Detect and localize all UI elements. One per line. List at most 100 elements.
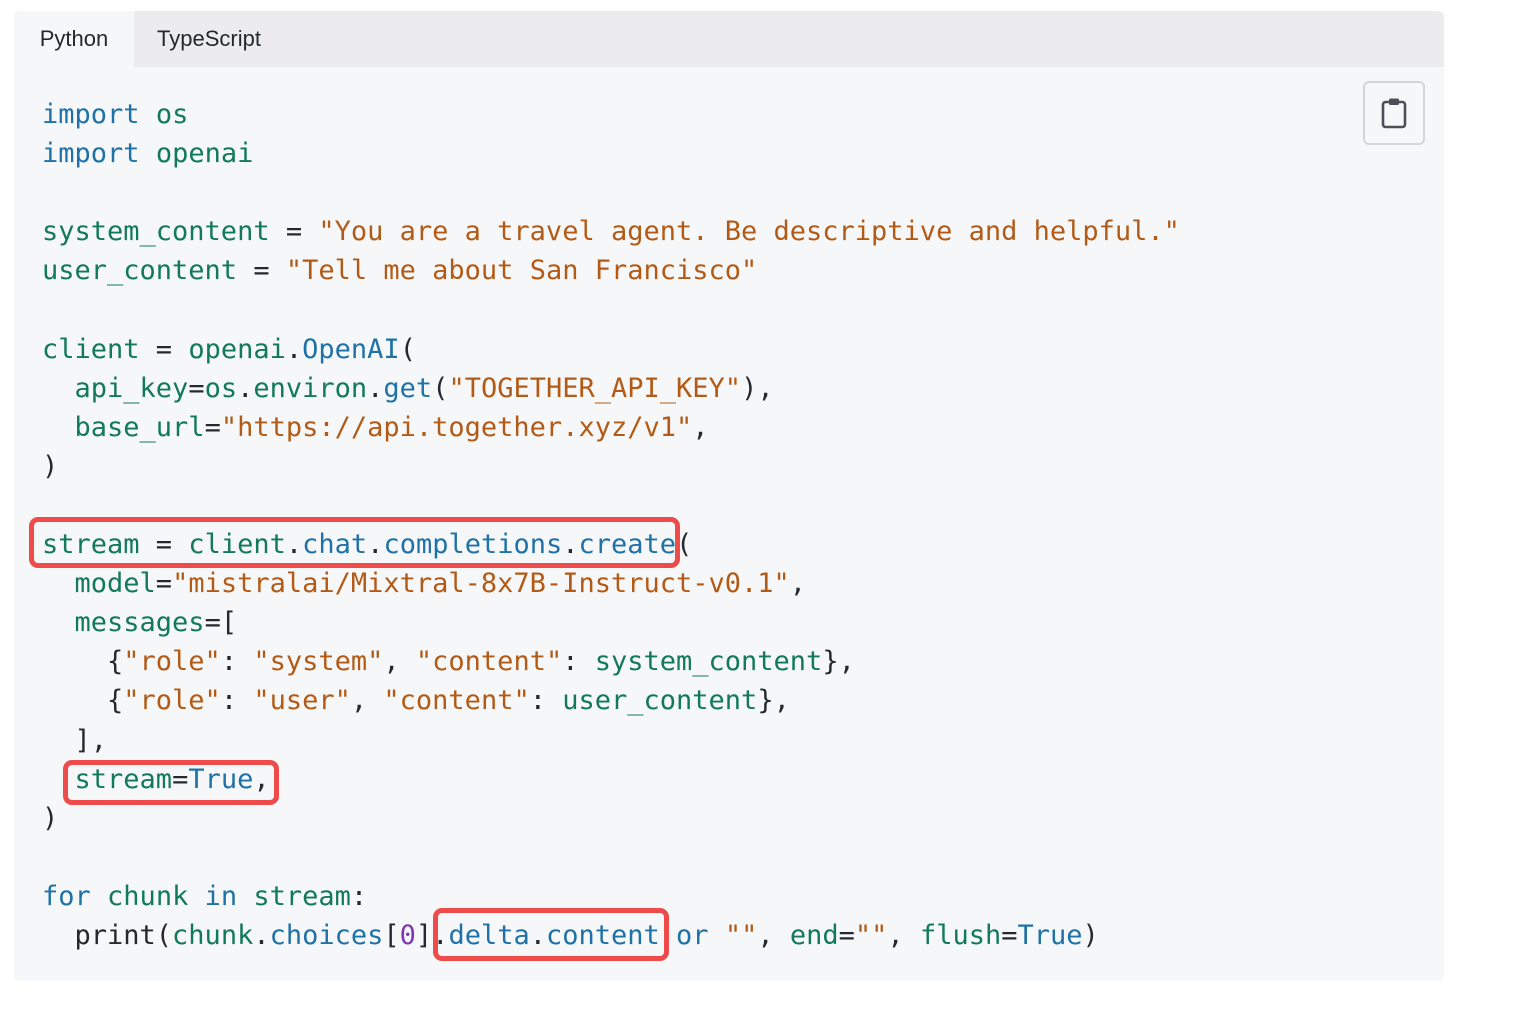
code-token: = — [188, 372, 205, 404]
code-token: chat — [302, 529, 368, 561]
code-token: "" — [724, 919, 758, 951]
code-line: for chunk in stream: — [42, 877, 1180, 916]
code-line: {"role": "system", "content": system_con… — [42, 642, 1180, 681]
code-token: stream — [74, 763, 173, 795]
code-line: ​ — [42, 838, 1180, 877]
code-token: . — [253, 919, 270, 951]
code-token: = — [139, 333, 189, 365]
language-tab-bar: Python TypeScript — [14, 11, 1444, 67]
code-token: end — [789, 919, 839, 951]
code-token: system_content — [42, 216, 270, 248]
code-area: import osimport openai​system_content = … — [42, 95, 1180, 955]
code-token: "role" — [123, 685, 221, 717]
code-line: model="mistralai/Mixtral-8x7B-Instruct-v… — [42, 564, 1180, 603]
code-token: in — [204, 880, 238, 912]
code-token: flush — [919, 919, 1002, 951]
code-token: = — [204, 411, 221, 443]
code-token: "role" — [123, 646, 221, 678]
code-token: for — [42, 880, 91, 912]
code-token: ], — [42, 724, 108, 756]
code-token: ]. — [415, 919, 449, 951]
code-token: ) — [1082, 919, 1099, 951]
code-line: ​ — [42, 486, 1180, 525]
code-line: system_content = "You are a travel agent… — [42, 212, 1180, 251]
code-token: "You are a travel agent. Be descriptive … — [318, 216, 1180, 248]
code-token: chunk — [107, 880, 189, 912]
code-token: : — [220, 646, 254, 678]
code-token: ( — [676, 529, 693, 561]
code-token: system_content — [594, 646, 823, 678]
code-line: user_content = "Tell me about San Franci… — [42, 251, 1180, 290]
code-line: messages=[ — [42, 603, 1180, 642]
code-token: delta — [448, 919, 530, 951]
code-token: "TOGETHER_API_KEY" — [448, 372, 742, 404]
code-line: stream = client.chat.completions.create( — [42, 525, 1180, 564]
code-token: True — [1017, 919, 1083, 951]
code-token: . — [562, 529, 579, 561]
code-token: choices — [269, 919, 384, 951]
code-token: environ — [253, 372, 368, 404]
code-block: Python TypeScript import os import openai… — [14, 11, 1444, 981]
code-token: = — [838, 919, 855, 951]
code-token: "mistralai/Mixtral-8x7B-Instruct-v0.1" — [172, 568, 790, 600]
code-token: : — [529, 685, 563, 717]
code-token: create — [578, 529, 677, 561]
code-token: . — [285, 529, 303, 561]
code-token: { — [42, 646, 124, 678]
code-token: base_url — [74, 411, 205, 443]
code-token: { — [42, 685, 124, 717]
code-token: . — [529, 919, 546, 951]
code-token: "system" — [253, 646, 384, 678]
code-token: 0 — [399, 919, 416, 951]
code-token: openai — [188, 333, 286, 365]
code-line: {"role": "user", "content": user_content… — [42, 681, 1180, 720]
code-token: = — [172, 763, 189, 795]
code-token: openai — [155, 138, 254, 170]
code-token: = — [139, 529, 189, 561]
code-token: "user" — [253, 685, 351, 717]
copy-code-button[interactable] — [1363, 81, 1425, 145]
tab-typescript[interactable]: TypeScript — [157, 11, 261, 67]
code-token: OpenAI — [302, 333, 400, 365]
code-token: ( — [399, 333, 416, 365]
code-token: . — [237, 372, 254, 404]
code-token: , — [692, 411, 709, 443]
code-token: = — [269, 216, 319, 248]
code-line: ) — [42, 799, 1180, 838]
code-token: ) — [42, 450, 59, 482]
code-token: , — [887, 919, 920, 951]
code-token: print( — [42, 919, 173, 951]
code-token: "https://api.together.xyz/v1" — [220, 411, 693, 443]
code-token: import — [42, 138, 140, 170]
code-line: ) — [42, 447, 1180, 486]
code-token: client — [188, 529, 286, 561]
code-token: "" — [854, 919, 888, 951]
code-line: base_url="https://api.together.xyz/v1", — [42, 408, 1180, 447]
code-token: }, — [757, 685, 790, 717]
code-token: chunk — [172, 919, 254, 951]
code-token: , — [350, 685, 384, 717]
code-token: model — [74, 568, 156, 600]
code-token: , — [383, 646, 416, 678]
code-token: or — [676, 919, 709, 951]
code-line: import os — [42, 95, 1180, 134]
code-line: stream=True, — [42, 760, 1180, 799]
tab-python[interactable]: Python — [14, 11, 134, 67]
code-line: import openai — [42, 134, 1180, 173]
code-token: , — [253, 763, 270, 795]
code-line: ], — [42, 721, 1180, 760]
code-token: = — [237, 255, 286, 287]
code-token: = — [1001, 919, 1018, 951]
code-token: os — [155, 99, 189, 130]
code-token: client — [42, 333, 140, 365]
code-token: user_content — [562, 685, 758, 717]
code-line: ​ — [42, 173, 1180, 212]
clipboard-icon — [1381, 98, 1407, 129]
